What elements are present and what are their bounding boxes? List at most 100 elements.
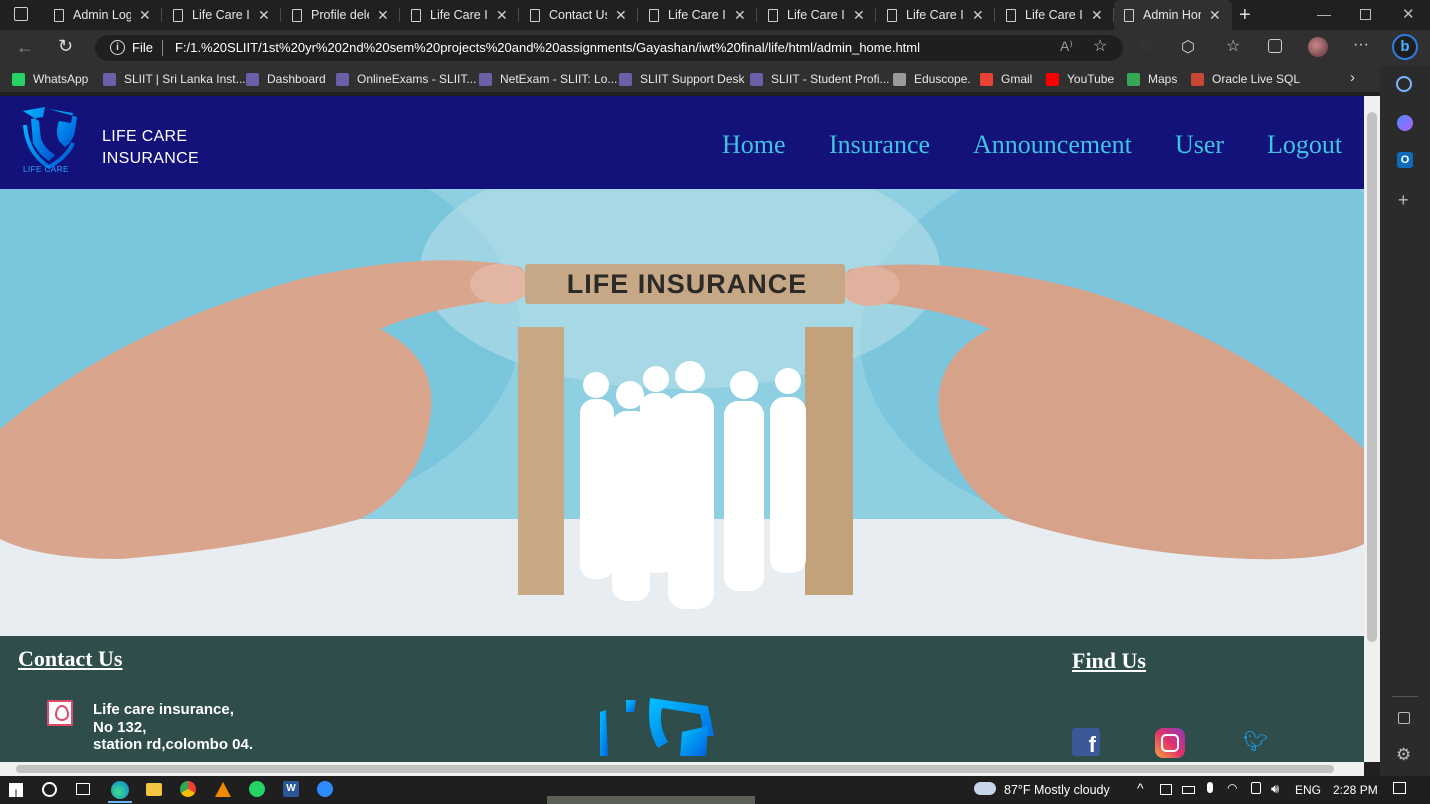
bookmark-item[interactable]: NetExam - SLIIT: Lo... — [479, 66, 617, 92]
sidebar-add-icon[interactable]: + — [1398, 190, 1409, 211]
bookmark-favicon-icon — [479, 72, 492, 86]
word-taskbar-icon[interactable]: W — [283, 781, 299, 797]
tab-close-icon[interactable]: ✕ — [615, 7, 627, 24]
bookmark-item[interactable]: SLIIT | Sri Lanka Inst... — [103, 66, 246, 92]
back-arrow-icon[interactable]: ← — [16, 37, 34, 58]
read-aloud-icon[interactable]: A⁾ — [1060, 38, 1073, 55]
bookmark-label: YouTube — [1067, 72, 1115, 86]
collections-icon[interactable] — [1268, 39, 1282, 53]
tab-close-icon[interactable]: ✕ — [853, 7, 865, 24]
windows-start-icon[interactable] — [9, 783, 23, 797]
instagram-icon[interactable] — [1155, 728, 1185, 758]
url-divider — [162, 40, 163, 56]
nav-logout[interactable]: Logout — [1267, 130, 1342, 160]
notification-center-icon[interactable] — [1393, 782, 1406, 794]
tab-item[interactable]: Admin Logi ✕ — [44, 0, 162, 30]
tray-volume-icon[interactable]: 🔊︎ — [1271, 781, 1279, 797]
document-icon — [1124, 8, 1134, 22]
bookmark-item[interactable]: Eduscope. — [893, 66, 971, 92]
tab-item[interactable]: Admin Hon ✕ — [1114, 0, 1232, 30]
twitter-icon[interactable]: 🐦︎ — [1243, 729, 1268, 754]
tab-item[interactable]: Life Care In ✕ — [401, 0, 519, 30]
bookmark-item[interactable]: SLIIT - Student Profi... — [750, 66, 890, 92]
tab-label: Life Care In — [192, 8, 250, 22]
restore-button[interactable] — [1360, 9, 1371, 20]
document-icon — [887, 8, 897, 22]
tab-close-icon[interactable]: ✕ — [972, 7, 984, 24]
refresh-icon[interactable]: ↻ — [58, 36, 73, 57]
tab-close-icon[interactable]: ✕ — [1209, 7, 1221, 24]
file-explorer-icon[interactable] — [146, 783, 162, 796]
site-info-icon[interactable]: i — [110, 40, 125, 55]
chrome-taskbar-icon[interactable] — [180, 781, 196, 797]
tab-item[interactable]: Life Care In ✕ — [758, 0, 876, 30]
sidebar-outlook-icon[interactable]: O — [1397, 152, 1413, 168]
clock-time[interactable]: 2:28 PM — [1333, 783, 1378, 797]
minimize-button[interactable]: — — [1317, 6, 1331, 22]
tab-close-icon[interactable]: ✕ — [258, 7, 270, 24]
whatsapp-taskbar-icon[interactable] — [249, 781, 265, 797]
tray-microphone-icon[interactable] — [1207, 782, 1213, 793]
find-us-heading: Find Us — [1072, 648, 1146, 673]
bookmark-item[interactable]: YouTube — [1046, 66, 1114, 92]
tab-close-icon[interactable]: ✕ — [139, 7, 151, 24]
weather-text[interactable]: 87°F Mostly cloudy — [1004, 783, 1110, 797]
tab-item[interactable]: Life Care In ✕ — [877, 0, 995, 30]
tab-item[interactable]: Contact Us ✕ — [520, 0, 638, 30]
tab-label: Life Care In — [906, 8, 964, 22]
taskbar-search-icon[interactable] — [42, 782, 57, 797]
sidebar-split-icon[interactable] — [1398, 712, 1410, 724]
tab-item[interactable]: Life Care In ✕ — [639, 0, 757, 30]
edge-taskbar-icon[interactable] — [111, 781, 129, 799]
close-window-button[interactable]: ✕ — [1402, 5, 1415, 23]
tab-close-icon[interactable]: ✕ — [1091, 7, 1103, 24]
tab-separator — [161, 8, 162, 22]
tab-item[interactable]: Profile dele ✕ — [282, 0, 400, 30]
tab-close-icon[interactable]: ✕ — [734, 7, 746, 24]
add-favorite-icon[interactable]: ☆ — [1093, 36, 1107, 56]
horizontal-scroll-thumb[interactable] — [16, 765, 1334, 773]
extension-icon[interactable] — [1138, 40, 1154, 50]
bookmark-item[interactable]: SLIIT Support Desk — [619, 66, 745, 92]
tab-close-icon[interactable]: ✕ — [377, 7, 389, 24]
tab-item[interactable]: Life Care In ✕ — [996, 0, 1114, 30]
new-tab-button[interactable]: + — [1239, 4, 1251, 27]
bookmark-favicon-icon — [619, 72, 632, 86]
profile-avatar[interactable] — [1308, 37, 1328, 57]
favorites-icon[interactable]: ☆ — [1226, 36, 1240, 56]
bookmark-favicon-icon — [1127, 72, 1140, 86]
nav-insurance[interactable]: Insurance — [829, 130, 930, 160]
nav-home[interactable]: Home — [722, 130, 786, 160]
facebook-icon[interactable]: f — [1072, 728, 1100, 756]
bookmark-item[interactable]: WhatsApp — [12, 66, 88, 92]
vlc-taskbar-icon[interactable] — [215, 782, 231, 797]
vertical-scroll-thumb[interactable] — [1367, 112, 1377, 642]
language-indicator[interactable]: ENG — [1295, 783, 1321, 797]
tab-close-icon[interactable]: ✕ — [496, 7, 508, 24]
task-view-icon[interactable] — [76, 783, 90, 795]
tray-wifi-icon[interactable]: ◠ — [1227, 781, 1237, 795]
zoom-taskbar-icon[interactable] — [317, 781, 333, 797]
tray-network-icon[interactable] — [1160, 784, 1172, 795]
tab-actions-icon[interactable] — [14, 7, 28, 21]
extensions-puzzle-icon[interactable]: ⬡ — [1181, 37, 1195, 57]
sidebar-settings-icon[interactable]: ⚙ — [1396, 745, 1411, 765]
bookmark-item[interactable]: OnlineExams - SLIIT... — [336, 66, 476, 92]
bookmark-item[interactable]: Maps — [1127, 66, 1177, 92]
bing-copilot-icon[interactable]: b — [1392, 34, 1418, 60]
tray-chevron-up-icon[interactable]: ^ — [1137, 780, 1144, 796]
nav-announcement[interactable]: Announcement — [973, 130, 1132, 160]
sidebar-search-icon[interactable] — [1396, 76, 1412, 92]
bookmark-item[interactable]: Oracle Live SQL — [1191, 66, 1300, 92]
tray-battery-icon[interactable] — [1182, 786, 1195, 794]
nav-user[interactable]: User — [1175, 130, 1224, 160]
tab-item[interactable]: Life Care In ✕ — [163, 0, 281, 30]
more-menu-icon[interactable]: ··· — [1353, 36, 1369, 54]
tray-meet-icon[interactable] — [1251, 782, 1261, 794]
tab-separator — [994, 8, 995, 22]
bookmarks-overflow-chevron-icon[interactable]: › — [1350, 69, 1355, 86]
bookmark-item[interactable]: Dashboard — [246, 66, 326, 92]
url-text[interactable]: F:/1.%20SLIIT/1st%20yr%202nd%20sem%20pro… — [175, 40, 920, 55]
bookmark-item[interactable]: Gmail — [980, 66, 1032, 92]
sidebar-copilot-icon[interactable] — [1397, 115, 1413, 131]
